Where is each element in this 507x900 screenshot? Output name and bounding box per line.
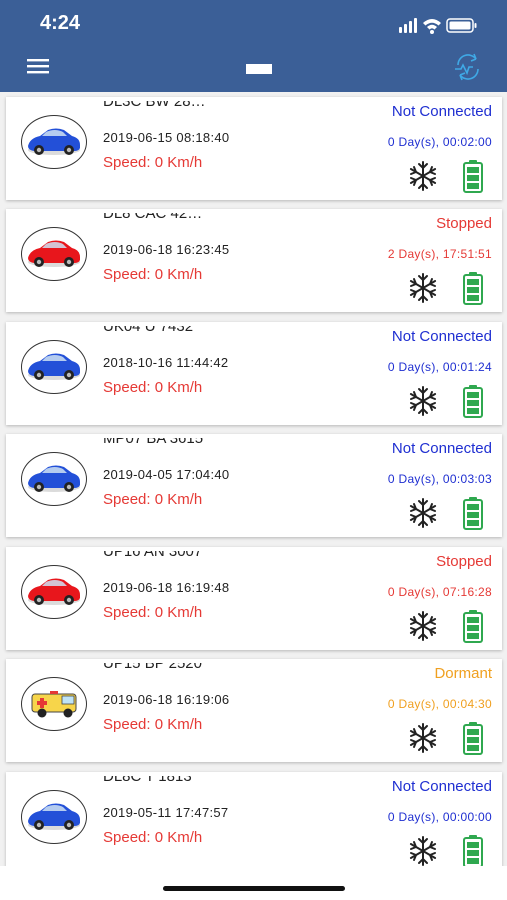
refresh-icon[interactable] <box>451 50 485 84</box>
vehicle-registration: UK04 U 7432 <box>103 326 194 335</box>
vehicle-status: Stopped <box>436 553 492 570</box>
vehicle-card[interactable]: DL8C T 1813 2019-05-11 17:47:57 Speed: 0 K… <box>6 772 502 875</box>
snowflake-ac-icon <box>406 271 440 305</box>
battery-icon <box>462 271 484 305</box>
vehicle-registration: DL8C T 1813 <box>103 776 192 785</box>
vehicle-status: Not Connected <box>391 440 492 457</box>
vehicle-speed: Speed: 0 Km/h <box>103 716 203 733</box>
status-duration: 0 Day(s), 00:03:03 <box>387 472 492 486</box>
ambulance-icon <box>21 677 87 731</box>
blue-car-icon <box>21 340 87 394</box>
last-update-time: 2019-06-18 16:23:45 <box>103 242 230 257</box>
vehicle-status: Not Connected <box>391 328 492 345</box>
battery-icon <box>462 834 484 868</box>
vehicle-speed: Speed: 0 Km/h <box>103 154 203 171</box>
vehicle-status: Not Connected <box>391 103 492 120</box>
battery-icon <box>462 159 484 193</box>
vehicle-card[interactable]: DL3C BW 28… 2019-06-15 08:18:40 Speed: 0 K… <box>6 97 502 200</box>
battery-icon <box>462 384 484 418</box>
vehicle-card[interactable]: UK04 U 7432 2018-10-16 11:44:42 Speed: 0 K… <box>6 322 502 425</box>
battery-status-icon <box>446 18 477 33</box>
battery-icon <box>462 496 484 530</box>
status-bar-time: 4:24 <box>40 12 81 34</box>
status-duration: 0 Day(s), 00:00:00 <box>387 810 492 824</box>
signal-icon <box>399 18 417 33</box>
home-indicator <box>163 886 345 891</box>
bottom-safe-area <box>0 866 507 900</box>
last-update-time: 2019-06-15 08:18:40 <box>103 130 230 145</box>
vehicle-speed: Speed: 0 Km/h <box>103 266 203 283</box>
vehicle-speed: Speed: 0 Km/h <box>103 604 203 621</box>
last-update-time: 2018-10-16 11:44:42 <box>103 355 229 370</box>
vehicle-speed: Speed: 0 Km/h <box>103 829 203 846</box>
vehicle-speed: Speed: 0 Km/h <box>103 379 203 396</box>
vehicle-speed: Speed: 0 Km/h <box>103 491 203 508</box>
vehicle-registration: UP16 AN 3007 <box>103 551 203 560</box>
snowflake-ac-icon <box>406 384 440 418</box>
battery-icon <box>462 721 484 755</box>
blue-car-icon <box>21 452 87 506</box>
vehicle-registration: DL8 CAC 42… <box>103 213 203 222</box>
blue-car-icon <box>21 790 87 844</box>
status-duration: 2 Day(s), 17:51:51 <box>387 247 492 261</box>
vehicle-status: Dormant <box>434 665 492 682</box>
last-update-time: 2019-05-11 17:47:57 <box>103 805 229 820</box>
snowflake-ac-icon <box>406 721 440 755</box>
vehicle-card[interactable]: DL8 CAC 42… 2019-06-18 16:23:45 Speed: 0 K… <box>6 209 502 312</box>
blue-car-icon <box>21 115 87 169</box>
status-duration: 0 Day(s), 07:16:28 <box>387 585 492 599</box>
wifi-icon <box>423 19 441 34</box>
vehicle-registration: MP07 BA 3615 <box>103 438 204 447</box>
vehicle-card[interactable]: UP15 BP 2520 2019-06-18 16:19:06 Speed: 0 … <box>6 659 502 762</box>
status-duration: 0 Day(s), 00:04:30 <box>387 697 492 711</box>
vehicle-card[interactable]: MP07 BA 3615 2019-04-05 17:04:40 Speed: 0 … <box>6 434 502 537</box>
snowflake-ac-icon <box>406 159 440 193</box>
red-car-icon <box>21 227 87 281</box>
vehicle-registration: UP15 BP 2520 <box>103 663 202 672</box>
last-update-time: 2019-06-18 16:19:06 <box>103 692 230 707</box>
hamburger-menu-icon[interactable] <box>24 56 54 78</box>
snowflake-ac-icon <box>406 496 440 530</box>
vehicle-status: Stopped <box>436 215 492 232</box>
snowflake-ac-icon <box>406 834 440 868</box>
vehicle-registration: DL3C BW 28… <box>103 101 206 110</box>
vehicle-card[interactable]: UP16 AN 3007 2019-06-18 16:19:48 Speed: 0 … <box>6 547 502 650</box>
vehicle-status: Not Connected <box>391 778 492 795</box>
last-update-time: 2019-04-05 17:04:40 <box>103 467 230 482</box>
app-header: 4:24 <box>0 0 507 92</box>
red-car-icon <box>21 565 87 619</box>
status-duration: 0 Day(s), 00:01:24 <box>387 360 492 374</box>
status-duration: 0 Day(s), 00:02:00 <box>387 135 492 149</box>
snowflake-ac-icon <box>406 609 440 643</box>
last-update-time: 2019-06-18 16:19:48 <box>103 580 230 595</box>
status-bar-icons <box>399 14 479 38</box>
header-title-mark <box>246 64 272 74</box>
battery-icon <box>462 609 484 643</box>
